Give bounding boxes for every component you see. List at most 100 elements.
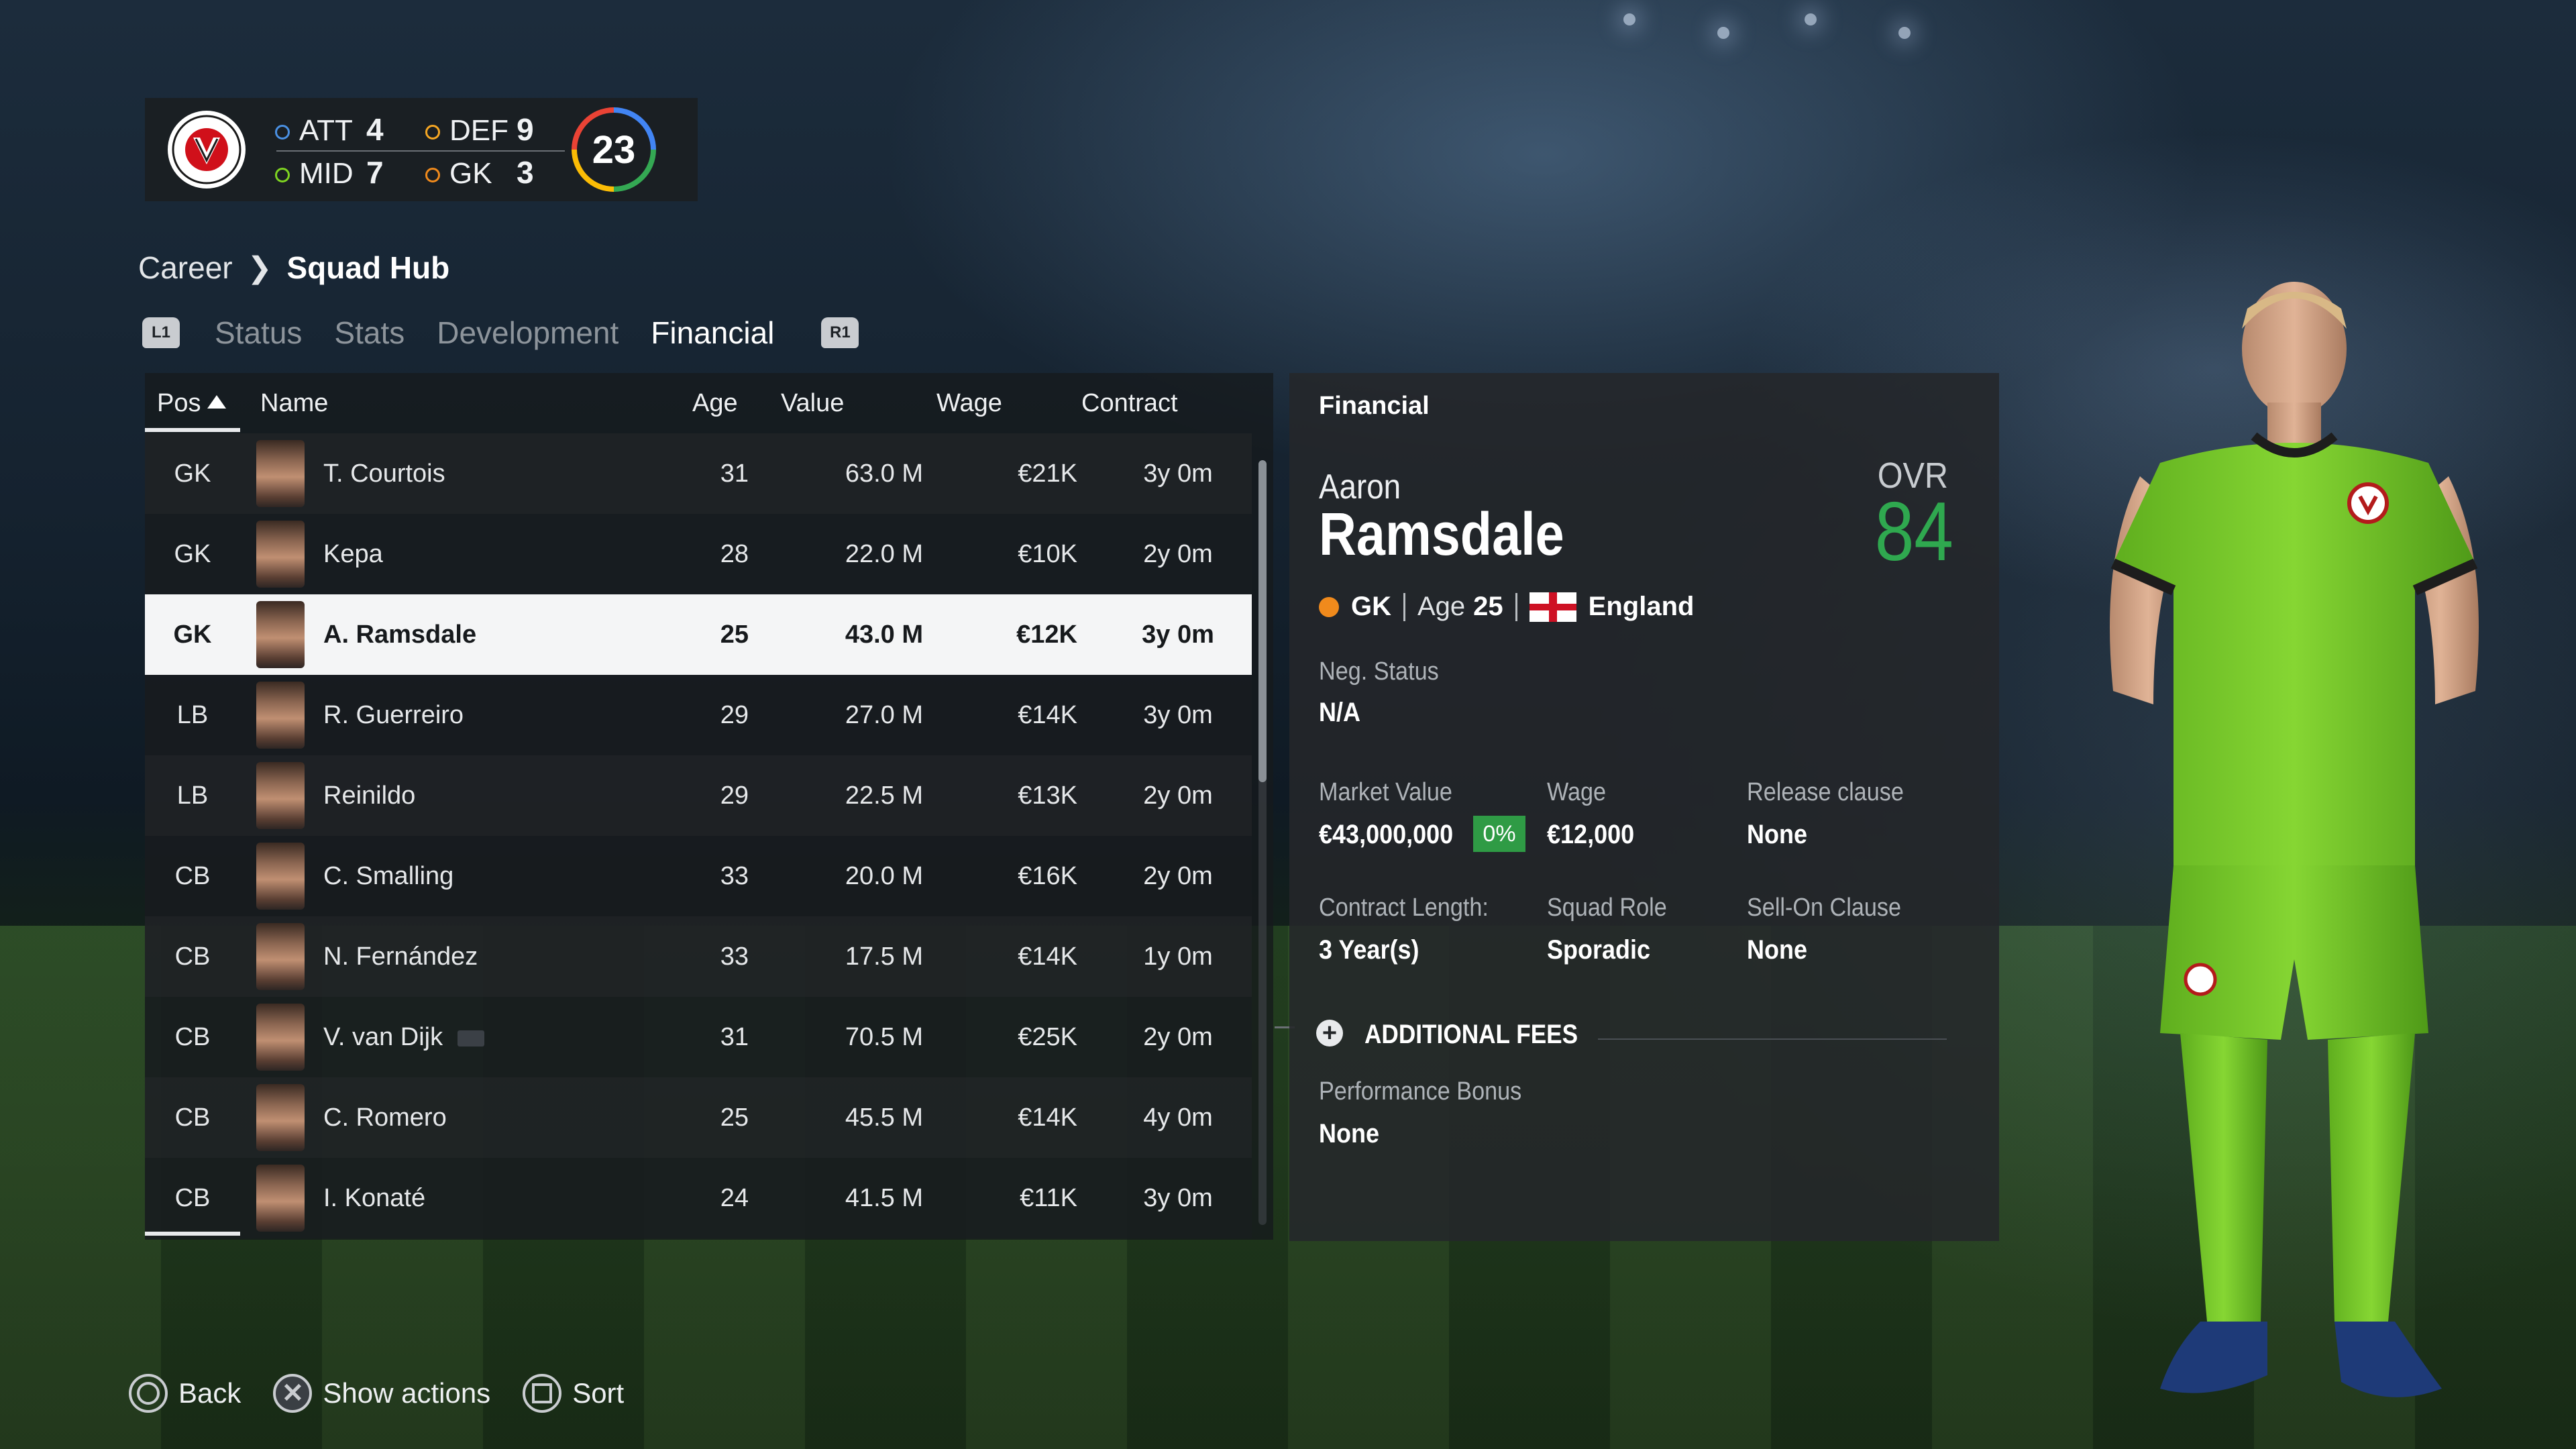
stadium-light: [1717, 27, 1729, 39]
table-row[interactable]: LB Reinildo 29 22.5 M €13K 2y 0m: [145, 755, 1252, 836]
gk-label: GK: [449, 157, 492, 190]
player-position: GK: [173, 621, 212, 649]
mid-dot-icon: [275, 168, 290, 183]
player-meta: GK Age 25 England: [1319, 592, 1694, 622]
player-wage: €11K: [1020, 1184, 1077, 1212]
market-value-label: Market Value: [1319, 778, 1452, 806]
show-actions-action[interactable]: ✕ Show actions: [273, 1374, 490, 1413]
table-row[interactable]: GK A. Ramsdale 25 43.0 M €12K 3y 0m: [145, 594, 1252, 675]
player-contract: 3y 0m: [1142, 621, 1214, 649]
back-action[interactable]: Back: [129, 1374, 241, 1413]
breadcrumb-root[interactable]: Career: [138, 250, 233, 286]
gk-dot-icon: [425, 168, 440, 183]
att-label: ATT: [299, 114, 353, 147]
def-dot-icon: [425, 125, 440, 140]
player-nation: England: [1588, 592, 1695, 621]
gk-count: GK 3: [425, 154, 534, 191]
plus-icon[interactable]: +: [1316, 1020, 1343, 1046]
player-age: 29: [720, 701, 749, 729]
squad-total-ring: 23: [572, 107, 656, 192]
england-flag-icon: [1529, 592, 1576, 622]
col-header-wage[interactable]: Wage: [936, 389, 1002, 418]
col-header-contract[interactable]: Contract: [1081, 389, 1178, 418]
table-row[interactable]: CB V. van Dijk 31 70.5 M €25K 2y 0m: [145, 997, 1252, 1077]
table-header: Pos Name Age Value Wage Contract: [145, 373, 1252, 432]
chevron-right-icon: ❯: [247, 251, 272, 284]
l1-button-icon[interactable]: L1: [142, 317, 180, 348]
mid-count: MID 7: [275, 154, 384, 191]
section-divider: [1598, 1038, 1947, 1040]
player-contract: 3y 0m: [1143, 1184, 1213, 1212]
contract-length-value: 3 Year(s): [1319, 935, 1419, 965]
att-dot-icon: [275, 125, 290, 140]
col-header-value[interactable]: Value: [781, 389, 844, 418]
squad-role-label: Squad Role: [1547, 894, 1667, 922]
col-header-pos[interactable]: Pos: [157, 389, 227, 418]
player-wage: €14K: [1018, 943, 1077, 971]
release-clause-label: Release clause: [1747, 778, 1904, 806]
player-position: LB: [176, 701, 209, 729]
player-contract: 3y 0m: [1143, 460, 1213, 488]
wage-value: €12,000: [1547, 820, 1635, 849]
player-position: LB: [176, 782, 209, 810]
club-crest-logo: [168, 111, 246, 189]
player-age: 33: [720, 943, 749, 971]
player-contract: 3y 0m: [1143, 701, 1213, 729]
player-portrait: [256, 521, 305, 588]
squad-overview-panel: ATT 4 DEF 9 MID 7 GK 3 23: [145, 98, 698, 201]
player-value: 20.0 M: [845, 862, 923, 890]
player-name: N. Fernández: [323, 943, 478, 971]
player-name: C. Smalling: [323, 862, 454, 890]
player-name: R. Guerreiro: [323, 701, 464, 729]
player-value: 41.5 M: [845, 1184, 923, 1212]
tab-financial[interactable]: Financial: [651, 315, 774, 351]
r1-button-icon[interactable]: R1: [821, 317, 859, 348]
table-row[interactable]: CB N. Fernández 33 17.5 M €14K 1y 0m: [145, 916, 1252, 997]
player-portrait: [256, 1165, 305, 1232]
tab-development[interactable]: Development: [437, 315, 619, 351]
table-row[interactable]: LB R. Guerreiro 29 27.0 M €14K 3y 0m: [145, 675, 1252, 755]
player-position: CB: [174, 943, 211, 971]
player-name: Kepa: [323, 540, 383, 568]
player-wage: €13K: [1018, 782, 1077, 810]
circle-button-icon: [129, 1374, 168, 1413]
player-age: 24: [720, 1184, 749, 1212]
tab-status[interactable]: Status: [215, 315, 302, 351]
table-row[interactable]: CB C. Smalling 33 20.0 M €16K 2y 0m: [145, 836, 1252, 916]
back-label: Back: [178, 1377, 241, 1409]
player-position: GK: [174, 460, 211, 488]
player-position: CB: [174, 1104, 211, 1132]
player-name: A. Ramsdale: [323, 621, 477, 649]
table-row[interactable]: CB C. Romero 25 45.5 M €14K 4y 0m: [145, 1077, 1252, 1158]
tab-stats[interactable]: Stats: [334, 315, 405, 351]
player-value: 45.5 M: [845, 1104, 923, 1132]
player-contract: 2y 0m: [1143, 782, 1213, 810]
player-age: 29: [720, 782, 749, 810]
meta-separator: [1515, 592, 1517, 621]
player-value: 22.0 M: [845, 540, 923, 568]
release-clause-value: None: [1747, 820, 1807, 849]
player-age: 25: [720, 621, 749, 649]
breadcrumb-current: Squad Hub: [286, 250, 450, 285]
sort-action[interactable]: Sort: [523, 1374, 624, 1413]
additional-fees-header[interactable]: ADDITIONAL FEES: [1364, 1020, 1578, 1050]
player-value: 43.0 M: [845, 621, 923, 649]
player-age: 33: [720, 862, 749, 890]
player-value: 22.5 M: [845, 782, 923, 810]
def-count: DEF 9: [425, 111, 534, 148]
scrollbar-thumb[interactable]: [1258, 460, 1267, 782]
player-name: C. Romero: [323, 1104, 447, 1132]
player-position: CB: [174, 862, 211, 890]
att-value: 4: [366, 112, 384, 147]
meta-separator: [1403, 592, 1405, 621]
col-header-age[interactable]: Age: [692, 389, 738, 418]
player-value: 63.0 M: [845, 460, 923, 488]
table-row[interactable]: GK T. Courtois 31 63.0 M €21K 3y 0m: [145, 433, 1252, 514]
col-header-name[interactable]: Name: [260, 389, 328, 418]
table-row[interactable]: CB I. Konaté 24 41.5 M €11K 3y 0m: [145, 1158, 1252, 1238]
player-contract: 2y 0m: [1143, 862, 1213, 890]
sort-ascending-icon: [207, 395, 227, 409]
table-row[interactable]: GK Kepa 28 22.0 M €10K 2y 0m: [145, 514, 1252, 594]
wage-label: Wage: [1547, 778, 1607, 806]
mid-value: 7: [366, 155, 384, 190]
